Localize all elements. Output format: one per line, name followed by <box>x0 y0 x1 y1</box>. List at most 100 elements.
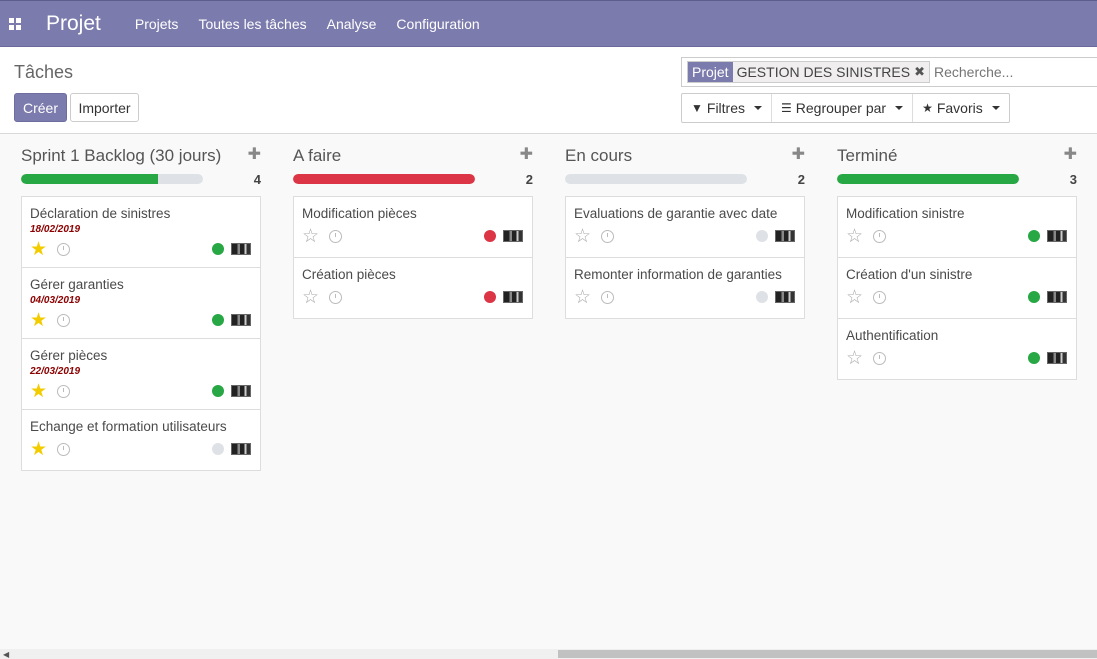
search-input[interactable] <box>933 64 1094 80</box>
activity-clock-icon[interactable] <box>57 384 70 398</box>
task-card[interactable]: Evaluations de garantie avec date ☆ <box>565 196 805 257</box>
task-card[interactable]: Gérer garanties 04/03/2019 ★ <box>21 267 261 338</box>
add-task-icon[interactable]: ✚ <box>1064 144 1077 164</box>
kanban-state-dot[interactable] <box>212 385 224 397</box>
column-title[interactable]: Terminé <box>837 146 897 166</box>
activity-clock-icon[interactable] <box>57 313 70 327</box>
menu-item-projets[interactable]: Projets <box>135 16 179 32</box>
assignee-avatar <box>503 230 523 242</box>
menu-item-analyse[interactable]: Analyse <box>327 16 377 32</box>
create-button[interactable]: Créer <box>14 93 67 122</box>
scrollbar-thumb[interactable] <box>558 650 1097 658</box>
activity-clock-icon[interactable] <box>329 290 342 304</box>
activity-clock-icon[interactable] <box>873 351 886 365</box>
kanban-state-dot[interactable] <box>1028 291 1040 303</box>
kanban-state-dot[interactable] <box>484 230 496 242</box>
apps-menu-icon[interactable] <box>0 0 30 47</box>
add-task-icon[interactable]: ✚ <box>520 144 533 164</box>
priority-star-icon[interactable]: ☆ <box>574 288 594 307</box>
favorites-label: Favoris <box>936 100 983 116</box>
task-card[interactable]: Authentification ☆ <box>837 318 1077 380</box>
card-list: Déclaration de sinistres 18/02/2019 ★ Gérer… <box>21 196 261 471</box>
task-title: Création d'un sinistre <box>846 267 973 282</box>
kanban-column: En cours ✚ 2 Evaluations de garantie avec d… <box>565 134 805 319</box>
import-button[interactable]: Importer <box>70 93 139 122</box>
column-progress-bar[interactable] <box>21 174 203 184</box>
task-card[interactable]: Création pièces ☆ <box>293 257 533 319</box>
add-task-icon[interactable]: ✚ <box>248 144 261 164</box>
favorites-button[interactable]: ★ Favoris <box>913 94 1009 122</box>
activity-clock-icon[interactable] <box>873 229 886 243</box>
app-brand[interactable]: Projet <box>46 12 101 36</box>
activity-clock-icon[interactable] <box>329 229 342 243</box>
add-task-icon[interactable]: ✚ <box>792 144 805 164</box>
task-title: Echange et formation utilisateurs <box>30 419 227 434</box>
column-count: 2 <box>797 172 805 187</box>
breadcrumb: Tâches <box>14 62 74 82</box>
task-card[interactable]: Déclaration de sinistres 18/02/2019 ★ <box>21 196 261 267</box>
priority-star-icon[interactable]: ☆ <box>846 288 866 307</box>
kanban-state-dot[interactable] <box>212 443 224 455</box>
priority-star-icon[interactable]: ☆ <box>302 288 322 307</box>
column-title[interactable]: En cours <box>565 146 632 166</box>
kanban-state-dot[interactable] <box>1028 230 1040 242</box>
priority-star-icon[interactable]: ★ <box>30 382 50 401</box>
task-title: Modification pièces <box>302 206 417 221</box>
horizontal-scrollbar[interactable]: ◀ <box>0 649 1097 659</box>
task-card[interactable]: Remonter information de garanties ☆ <box>565 257 805 319</box>
task-footer: ☆ <box>846 282 1068 312</box>
task-title: Authentification <box>846 328 939 343</box>
kanban-column: Terminé ✚ 3 Modification sinistre ☆ Création … <box>837 134 1077 380</box>
column-title[interactable]: Sprint 1 Backlog (30 jours) <box>21 146 221 166</box>
task-card[interactable]: Modification sinistre ☆ <box>837 196 1077 257</box>
activity-clock-icon[interactable] <box>57 442 70 456</box>
menu-item-toutes-les-taches[interactable]: Toutes les tâches <box>198 16 306 32</box>
column-title[interactable]: A faire <box>293 146 341 166</box>
activity-clock-icon[interactable] <box>601 229 614 243</box>
column-progress-bar[interactable] <box>293 174 475 184</box>
kanban-state-dot[interactable] <box>484 291 496 303</box>
priority-star-icon[interactable]: ☆ <box>846 227 866 246</box>
kanban-state-dot[interactable] <box>756 230 768 242</box>
task-title: Déclaration de sinistres <box>30 206 171 221</box>
card-list: Modification sinistre ☆ Création d'un sini… <box>837 196 1077 380</box>
task-title: Remonter information de garanties <box>574 267 782 282</box>
task-card[interactable]: Modification pièces ☆ <box>293 196 533 257</box>
priority-star-icon[interactable]: ★ <box>30 311 50 330</box>
kanban-column: Sprint 1 Backlog (30 jours) ✚ 4 Déclaration… <box>21 134 261 471</box>
activity-clock-icon[interactable] <box>601 290 614 304</box>
priority-star-icon[interactable]: ★ <box>30 440 50 459</box>
task-footer: ★ <box>30 377 252 405</box>
facet-remove-icon[interactable]: ✖ <box>914 64 929 80</box>
kanban-state-dot[interactable] <box>1028 352 1040 364</box>
task-card[interactable]: Gérer pièces 22/03/2019 ★ <box>21 338 261 409</box>
task-footer: ★ <box>30 434 252 464</box>
column-progress-bar[interactable] <box>837 174 1019 184</box>
kanban-state-dot[interactable] <box>756 291 768 303</box>
menu-item-configuration[interactable]: Configuration <box>396 16 479 32</box>
task-card[interactable]: Echange et formation utilisateurs ★ <box>21 409 261 471</box>
priority-star-icon[interactable]: ★ <box>30 240 50 259</box>
task-deadline: 22/03/2019 <box>30 366 81 377</box>
filter-icon: ▼ <box>691 101 703 115</box>
activity-clock-icon[interactable] <box>57 242 70 256</box>
task-footer: ★ <box>30 235 252 263</box>
kanban-state-dot[interactable] <box>212 243 224 255</box>
priority-star-icon[interactable]: ☆ <box>846 349 866 368</box>
assignee-avatar <box>1047 230 1067 242</box>
task-footer: ☆ <box>574 221 796 251</box>
task-footer: ☆ <box>574 282 796 312</box>
task-title: Modification sinistre <box>846 206 965 221</box>
scroll-left-icon[interactable]: ◀ <box>3 650 9 659</box>
assignee-avatar <box>1047 291 1067 303</box>
priority-star-icon[interactable]: ☆ <box>574 227 594 246</box>
search-box[interactable]: Projet GESTION DES SINISTRES ✖ <box>681 57 1097 87</box>
card-list: Modification pièces ☆ Création pièces ☆ <box>293 196 533 319</box>
activity-clock-icon[interactable] <box>873 290 886 304</box>
priority-star-icon[interactable]: ☆ <box>302 227 322 246</box>
group-by-button[interactable]: ☰ Regrouper par <box>772 94 914 122</box>
kanban-state-dot[interactable] <box>212 314 224 326</box>
column-progress-bar[interactable] <box>565 174 747 184</box>
filters-button[interactable]: ▼ Filtres <box>682 94 773 122</box>
task-card[interactable]: Création d'un sinistre ☆ <box>837 257 1077 318</box>
